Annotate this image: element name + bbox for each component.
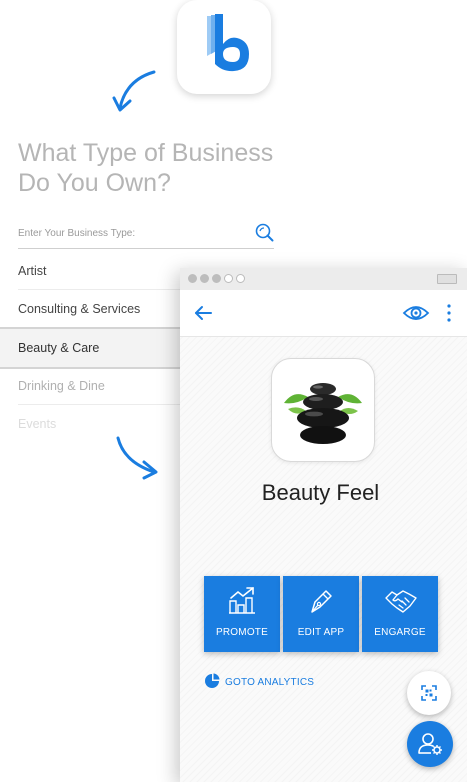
- eye-icon[interactable]: [402, 301, 430, 325]
- list-item-label: Drinking & Dine: [18, 379, 105, 393]
- battery-icon: [437, 274, 457, 284]
- analytics-label: GOTO ANALYTICS: [225, 677, 315, 688]
- curved-arrow-icon: [112, 70, 156, 112]
- app-name: Beauty Feel: [261, 480, 380, 505]
- list-item-label: Consulting & Services: [18, 302, 141, 316]
- list-item-label: Artist: [18, 264, 47, 278]
- engage-label: ENGARGE: [374, 627, 426, 638]
- business-type-search: [18, 222, 274, 249]
- promote-label: PROMOTE: [216, 627, 268, 638]
- app-header: [180, 290, 467, 337]
- window-dot: [200, 274, 209, 283]
- account-fab-button[interactable]: [407, 721, 453, 767]
- window-bar: [180, 268, 467, 291]
- list-item-label: Events: [18, 417, 57, 431]
- edit-app-button[interactable]: EDIT APP: [283, 576, 359, 652]
- chart-up-icon: [229, 587, 255, 614]
- scan-fab-button[interactable]: [407, 671, 451, 715]
- app-icon: [271, 358, 375, 462]
- spa-stones-icon: [284, 383, 362, 444]
- brand-logo: [177, 0, 271, 94]
- list-item-label: Beauty & Care: [18, 341, 100, 355]
- page-title: What Type of Business Do You Own?: [18, 139, 274, 197]
- search-input[interactable]: [18, 222, 238, 244]
- window-dot: [224, 274, 233, 283]
- engage-button[interactable]: ENGARGE: [362, 576, 438, 652]
- arrow-left-icon[interactable]: [192, 302, 214, 324]
- promote-button[interactable]: PROMOTE: [204, 576, 280, 652]
- handshake-icon: [385, 590, 417, 613]
- window-dot: [188, 274, 197, 283]
- qr-scan-icon: [421, 685, 437, 701]
- pen-nib-icon: [311, 590, 332, 613]
- app-preview-window: Beauty Feel PROMOTE EDIT APP ENGARGE GOT…: [180, 268, 467, 782]
- window-dot: [212, 274, 221, 283]
- user-settings-icon: [418, 733, 442, 755]
- edit-app-label: EDIT APP: [297, 627, 345, 638]
- window-dot: [236, 274, 245, 283]
- pie-chart-icon: [205, 673, 220, 688]
- more-vertical-icon[interactable]: [442, 302, 456, 324]
- b-logo-icon: [207, 14, 249, 72]
- search-icon[interactable]: [254, 222, 274, 244]
- curved-arrow-icon: [116, 436, 158, 480]
